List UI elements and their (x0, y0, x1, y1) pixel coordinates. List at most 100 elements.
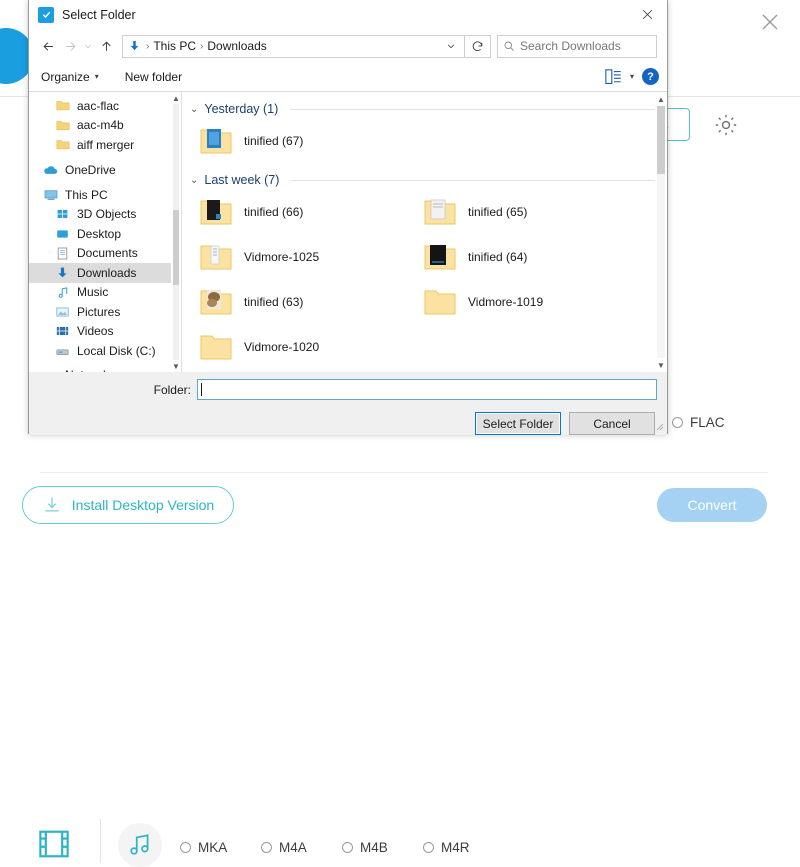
radio-option-m4a[interactable]: M4A (261, 840, 342, 855)
search-box[interactable]: Search Downloads (497, 35, 657, 58)
address-dropdown-icon[interactable] (440, 36, 462, 57)
folder-icon (424, 243, 456, 270)
file-item[interactable]: tinified (66) (182, 189, 406, 234)
folder-field-label: Folder: (29, 383, 197, 397)
3d-objects-icon (55, 207, 70, 222)
sidebar-scrollbar[interactable]: ▲ ▼ (171, 92, 181, 372)
sidebar-item-this-pc[interactable]: This PC (29, 185, 181, 205)
scroll-down-icon[interactable]: ▼ (171, 360, 181, 372)
dialog-footer: Folder: Select Folder Cancel (29, 372, 667, 435)
arrow-up-icon[interactable] (95, 35, 117, 57)
sidebar-item-onedrive[interactable]: OneDrive (29, 161, 181, 181)
file-group-header-yesterday[interactable]: ⌄ Yesterday (1) (182, 92, 667, 118)
file-item[interactable]: Vidmore-1025 (182, 234, 406, 279)
convert-button[interactable]: Convert (657, 488, 767, 522)
chevron-down-icon[interactable]: ⌄ (190, 104, 198, 115)
sidebar-item-aac-m4b[interactable]: aac-m4b (29, 116, 181, 136)
file-scroll-thumb[interactable] (657, 106, 665, 174)
sidebar-item-documents[interactable]: Documents (29, 244, 181, 264)
arrow-right-icon[interactable] (59, 35, 81, 57)
convert-button-label: Convert (687, 497, 736, 513)
audio-format-radio-group: MKA M4A M4B M4R (180, 840, 504, 855)
file-group-header-last-week[interactable]: ⌄ Last week (7) (182, 163, 667, 189)
radio-option-m4r[interactable]: M4R (423, 840, 504, 855)
organize-button[interactable]: Organize ▾ (41, 70, 99, 84)
scroll-down-icon[interactable]: ▼ (655, 358, 667, 372)
file-list-pane[interactable]: ⌄ Yesterday (1) tinified (67) ⌄ Last wee… (182, 92, 667, 372)
sidebar-item-pictures[interactable]: Pictures (29, 302, 181, 322)
radio-label: M4R (441, 840, 470, 855)
cancel-button[interactable]: Cancel (569, 412, 655, 435)
sidebar-item-network[interactable]: Network (29, 366, 181, 373)
folder-input-row: Folder: (29, 379, 667, 400)
radio-dot-icon (672, 417, 683, 428)
downloads-arrow-icon (127, 39, 142, 54)
address-bar[interactable]: › This PC › Downloads (122, 35, 465, 58)
chevron-down-icon[interactable]: ⌄ (190, 175, 198, 186)
desktop-icon (55, 226, 70, 241)
radio-dot-icon (180, 842, 191, 853)
folder-icon (200, 127, 232, 154)
radio-dot-icon (261, 842, 272, 853)
file-item[interactable]: tinified (64) (406, 234, 630, 279)
select-folder-button[interactable]: Select Folder (475, 412, 561, 435)
sidebar-item-label: 3D Objects (77, 207, 136, 221)
dialog-button-row: Select Folder Cancel (29, 400, 667, 435)
scroll-up-icon[interactable]: ▲ (655, 92, 667, 106)
new-folder-button[interactable]: New folder (125, 70, 182, 84)
file-item-label: tinified (67) (244, 134, 303, 148)
radio-option-mka[interactable]: MKA (180, 840, 261, 855)
videos-icon (55, 324, 70, 339)
sidebar-item-aiff-merger[interactable]: aiff merger (29, 135, 181, 155)
search-input[interactable]: Search Downloads (520, 39, 621, 53)
file-item-label: Vidmore-1019 (468, 295, 543, 309)
music-note-icon[interactable] (118, 823, 162, 867)
radio-option-flac[interactable]: FLAC (672, 415, 725, 430)
radio-label: M4A (279, 840, 307, 855)
scroll-up-icon[interactable]: ▲ (171, 92, 181, 104)
folder-icon (55, 98, 70, 113)
view-dropdown-icon[interactable]: ▾ (630, 72, 634, 81)
breadcrumb-downloads[interactable]: Downloads (204, 39, 269, 53)
sidebar-item-3d-objects[interactable]: 3D Objects (29, 205, 181, 225)
sidebar-item-music[interactable]: Music (29, 283, 181, 303)
view-layout-icon[interactable] (605, 69, 622, 84)
sidebar-item-downloads[interactable]: Downloads (29, 263, 181, 283)
help-icon[interactable]: ? (642, 68, 659, 85)
dialog-close-button[interactable] (629, 0, 665, 29)
install-desktop-version-button[interactable]: Install Desktop Version (22, 486, 234, 524)
sidebar-item-label: Downloads (77, 266, 136, 280)
file-group-header-last-month[interactable]: ⌄ Last month (27) (182, 369, 667, 372)
file-item[interactable]: Vidmore-1019 (406, 279, 630, 324)
gear-icon[interactable] (713, 112, 739, 138)
sidebar-item-label: Documents (77, 246, 138, 260)
radio-label: MKA (198, 840, 227, 855)
sidebar-item-desktop[interactable]: Desktop (29, 224, 181, 244)
refresh-button[interactable] (465, 35, 491, 58)
folder-name-input[interactable] (197, 379, 657, 400)
file-pane-scrollbar[interactable]: ▲ ▼ (655, 92, 667, 372)
radio-label: M4B (360, 840, 388, 855)
sidebar-item-label: This PC (65, 188, 108, 202)
dialog-title-bar[interactable]: Select Folder (29, 0, 667, 30)
file-item[interactable]: Vidmore-1020 (182, 324, 406, 369)
file-item[interactable]: tinified (63) (182, 279, 406, 324)
footer-divider (40, 472, 768, 473)
film-strip-icon[interactable] (36, 829, 72, 859)
sidebar-item-aac-flac[interactable]: aac-flac (29, 96, 181, 116)
folder-icon (200, 288, 232, 315)
sidebar-item-videos[interactable]: Videos (29, 322, 181, 342)
app-close-button[interactable] (754, 6, 786, 38)
file-item[interactable]: tinified (65) (406, 189, 630, 234)
file-item[interactable]: tinified (67) (182, 118, 406, 163)
breadcrumb-this-pc[interactable]: This PC (150, 39, 199, 53)
sidebar-item-label: Music (77, 285, 108, 299)
file-item-label: tinified (66) (244, 205, 303, 219)
resize-grip-icon[interactable] (654, 421, 664, 431)
chevron-down-icon[interactable] (81, 35, 95, 57)
file-item-label: Vidmore-1020 (244, 340, 319, 354)
sidebar-scroll-thumb[interactable] (173, 210, 179, 285)
sidebar-item-local-disk-c[interactable]: Local Disk (C:) (29, 341, 181, 361)
arrow-left-icon[interactable] (37, 35, 59, 57)
radio-option-m4b[interactable]: M4B (342, 840, 423, 855)
